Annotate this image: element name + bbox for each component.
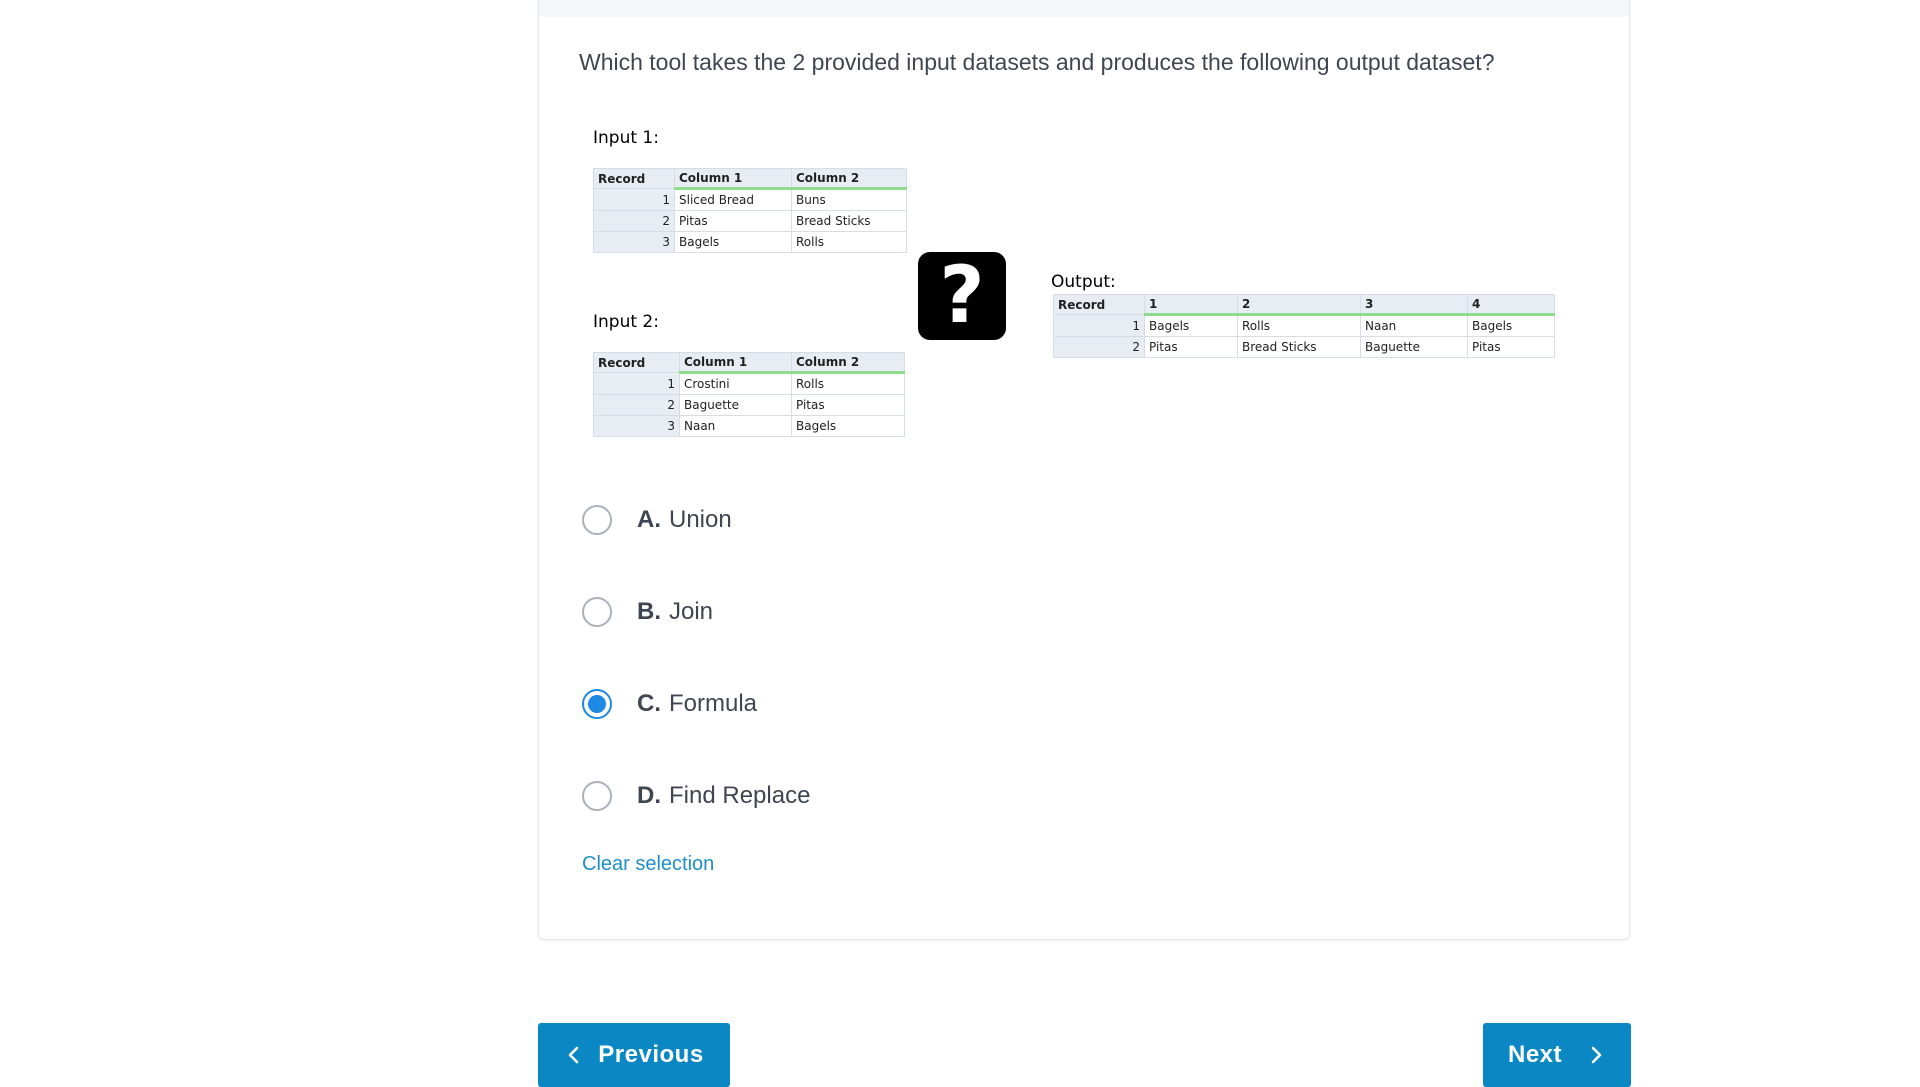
table-cell: 2 <box>593 394 680 416</box>
next-label: Next <box>1507 1041 1563 1068</box>
table-header: Record <box>1053 294 1145 315</box>
table-cell: 3 <box>593 231 675 253</box>
table-cell: Rolls <box>791 372 905 395</box>
question-mark-icon: ? <box>918 252 1006 340</box>
table-row: 3 Bagels Rolls <box>593 231 907 253</box>
table-cell: Pitas <box>674 210 792 232</box>
table-row: 2 Baguette Pitas <box>593 394 905 416</box>
option-text: Formula <box>669 690 758 717</box>
table-cell: Buns <box>791 188 907 211</box>
table-row: 2 Pitas Bread Sticks <box>593 210 907 232</box>
table-header: Record <box>593 168 675 189</box>
option-c[interactable]: C. Formula <box>582 684 757 724</box>
chevron-left-icon <box>568 1046 579 1064</box>
table-row: 1 Bagels Rolls Naan Bagels <box>1053 314 1555 337</box>
table-cell: Rolls <box>1237 314 1361 337</box>
table-cell: Bagels <box>1467 314 1555 337</box>
table-cell: Bagels <box>674 231 792 253</box>
table-header: Column 1 <box>679 352 792 374</box>
option-letter: D. <box>637 782 661 809</box>
table-cell: Baguette <box>679 394 792 416</box>
table-row: 2 Pitas Bread Sticks Baguette Pitas <box>1053 336 1555 358</box>
table-row: 1 Sliced Bread Buns <box>593 188 907 211</box>
option-a-label: A. Union <box>637 506 732 534</box>
output-table: Record 1 2 3 4 1 Bagels Rolls Naan Bagel… <box>1053 294 1555 358</box>
table-header: 3 <box>1360 294 1468 316</box>
clear-selection-link[interactable]: Clear selection <box>582 853 714 876</box>
table-cell: Bread Sticks <box>791 210 907 232</box>
table-row: 1 Crostini Rolls <box>593 372 905 395</box>
option-letter: A. <box>637 506 661 533</box>
question-figure: Input 1: Record Column 1 Column 2 1 Slic… <box>586 126 1586 456</box>
previous-label: Previous <box>598 1041 704 1068</box>
input1-table: Record Column 1 Column 2 1 Sliced Bread … <box>593 168 907 253</box>
option-c-label: C. Formula <box>637 690 757 718</box>
option-letter: B. <box>637 598 661 625</box>
option-letter: C. <box>637 690 661 717</box>
input2-table: Record Column 1 Column 2 1 Crostini Roll… <box>593 352 905 437</box>
table-cell: 1 <box>593 372 680 395</box>
option-b-label: B. Join <box>637 598 713 626</box>
output-label: Output: <box>1051 272 1116 292</box>
input1-label: Input 1: <box>593 128 659 148</box>
table-header: 1 <box>1144 294 1238 316</box>
table-header: 4 <box>1467 294 1555 316</box>
table-cell: Crostini <box>679 372 792 395</box>
table-cell: Baguette <box>1360 336 1468 358</box>
table-header: Column 1 <box>674 168 792 190</box>
chevron-right-icon <box>1591 1046 1602 1064</box>
table-cell: 1 <box>593 188 675 211</box>
table-cell: Pitas <box>1467 336 1555 358</box>
next-button[interactable]: Next <box>1483 1023 1631 1087</box>
previous-button[interactable]: Previous <box>538 1023 730 1087</box>
option-text: Find Replace <box>669 782 811 809</box>
table-header: 2 <box>1237 294 1361 316</box>
table-cell: Sliced Bread <box>674 188 792 211</box>
table-cell: 3 <box>593 415 680 437</box>
table-cell: Bread Sticks <box>1237 336 1361 358</box>
option-d-radio[interactable] <box>582 781 612 811</box>
option-c-radio[interactable] <box>582 689 612 719</box>
option-b-radio[interactable] <box>582 597 612 627</box>
option-text: Union <box>669 506 732 533</box>
table-header: Column 2 <box>791 168 907 190</box>
card-header-strip <box>539 0 1629 17</box>
question-text: Which tool takes the 2 provided input da… <box>579 49 1495 75</box>
option-a[interactable]: A. Union <box>582 500 732 540</box>
table-header: Column 2 <box>791 352 905 374</box>
table-row: 3 Naan Bagels <box>593 415 905 437</box>
table-header: Record <box>593 352 680 373</box>
radio-selected-dot <box>588 695 606 713</box>
table-cell: Rolls <box>791 231 907 253</box>
option-d[interactable]: D. Find Replace <box>582 776 810 816</box>
option-b[interactable]: B. Join <box>582 592 713 632</box>
table-cell: Pitas <box>791 394 905 416</box>
option-a-radio[interactable] <box>582 505 612 535</box>
table-cell: Naan <box>679 415 792 437</box>
table-cell: Bagels <box>791 415 905 437</box>
input2-label: Input 2: <box>593 312 659 332</box>
option-text: Join <box>669 598 714 625</box>
table-cell: Pitas <box>1144 336 1238 358</box>
table-cell: 2 <box>1053 336 1145 358</box>
table-cell: Naan <box>1360 314 1468 337</box>
table-cell: 2 <box>593 210 675 232</box>
table-cell: 1 <box>1053 314 1145 337</box>
table-cell: Bagels <box>1144 314 1238 337</box>
option-d-label: D. Find Replace <box>637 782 810 810</box>
